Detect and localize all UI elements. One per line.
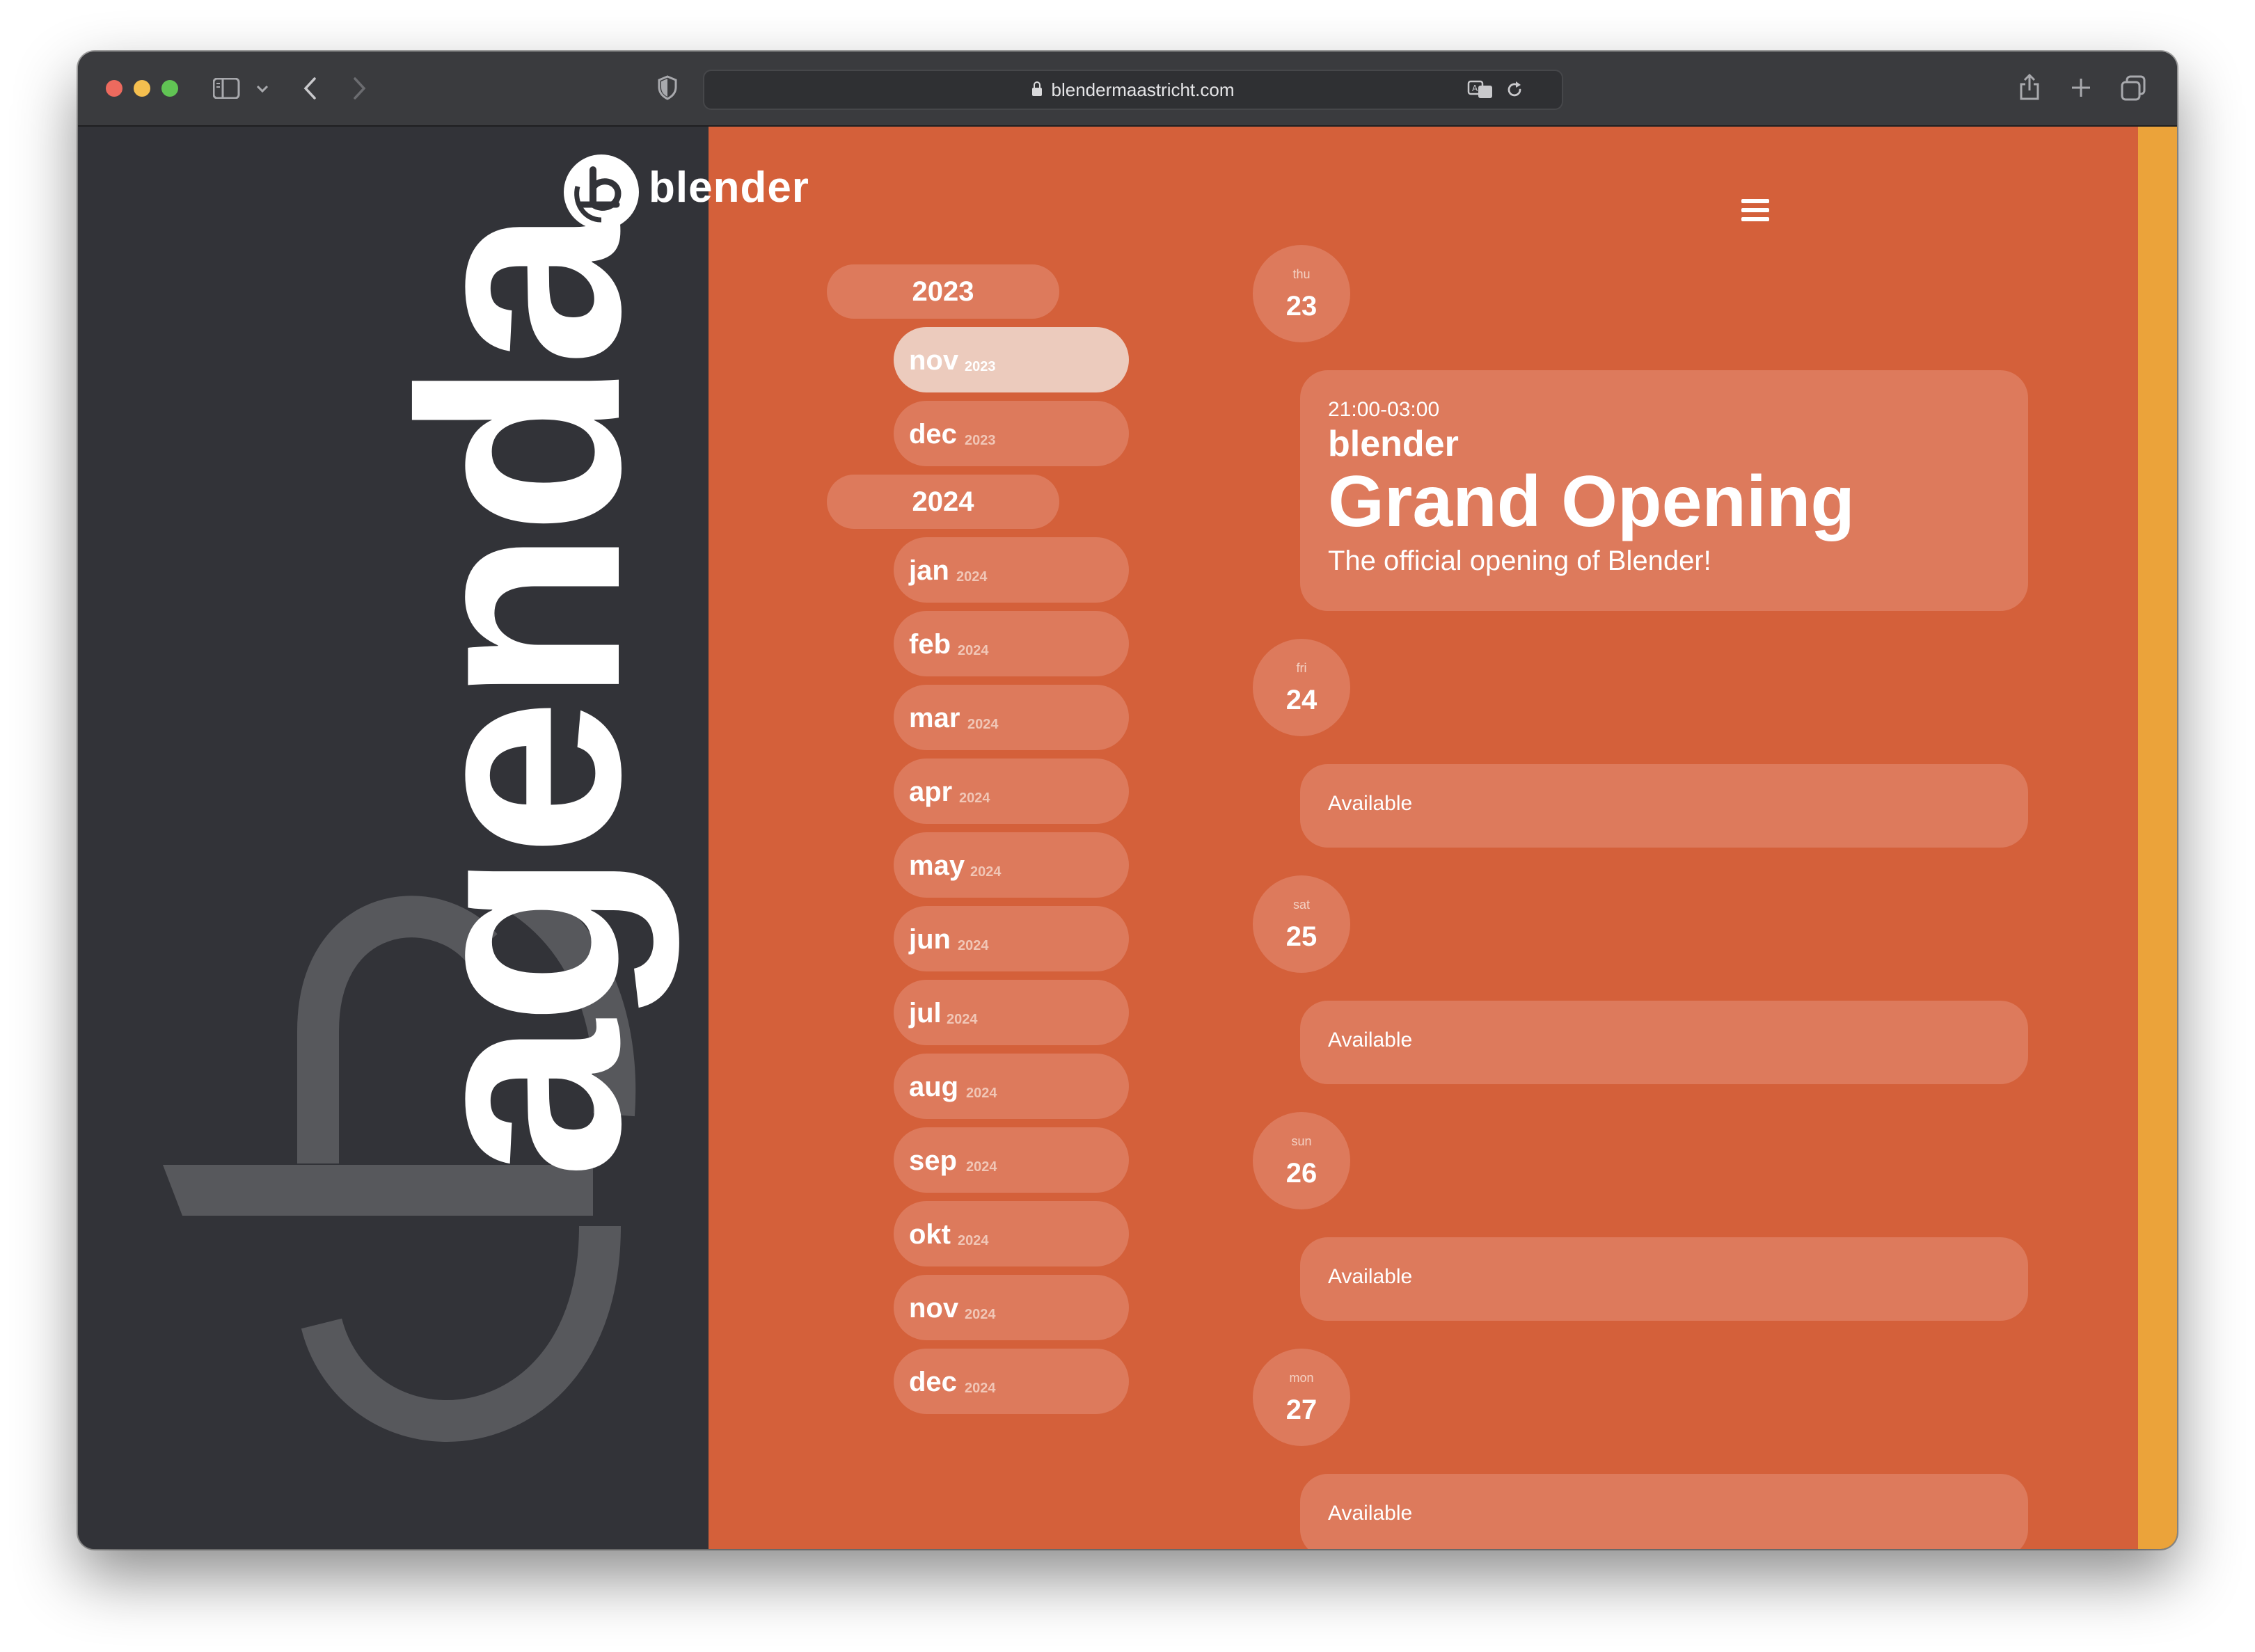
available-label: Available — [1328, 1265, 1413, 1288]
day-badge-25: sat 25 — [1253, 875, 1350, 973]
day-number: 25 — [1285, 921, 1318, 952]
day-of-week: sat — [1292, 898, 1310, 912]
month-name: dec — [909, 1367, 957, 1397]
back-arrow-icon[interactable] — [302, 77, 319, 100]
month-year: 2024 — [970, 864, 1002, 880]
event-title: Grand Opening — [1328, 461, 1855, 542]
day-of-week: sun — [1291, 1134, 1312, 1148]
translate-icon[interactable]: A — [1467, 79, 1495, 100]
month-name: aug — [909, 1072, 959, 1102]
month-year: 2024 — [966, 1159, 997, 1175]
month-year: 2024 — [958, 643, 989, 658]
month-item-dec-2023[interactable]: dec 2023 — [894, 401, 1129, 466]
month-name: jan — [909, 555, 949, 586]
chevron-down-icon[interactable] — [256, 85, 269, 93]
month-item-nov-2024[interactable]: nov 2024 — [894, 1275, 1129, 1340]
month-item-jul-2024[interactable]: jul 2024 — [894, 980, 1129, 1045]
event-card-grand-opening[interactable]: 21:00-03:00 blender Grand Opening The of… — [1300, 370, 2028, 611]
month-year: 2024 — [959, 791, 990, 806]
month-item-nov-2023[interactable]: nov 2023 — [894, 327, 1129, 392]
month-year: 2023 — [965, 433, 996, 448]
month-item-jun-2024[interactable]: jun 2024 — [894, 906, 1129, 971]
tab-overview-icon[interactable] — [2120, 75, 2146, 102]
day-of-week: mon — [1289, 1371, 1314, 1385]
day-number: 24 — [1285, 685, 1318, 715]
address-bar[interactable]: blendermaastricht.com A — [703, 70, 1563, 110]
month-name: dec — [909, 419, 957, 450]
month-year: 2024 — [956, 569, 988, 585]
blender-logo-icon[interactable] — [562, 153, 640, 231]
available-label: Available — [1328, 1502, 1413, 1525]
reload-icon[interactable] — [1505, 80, 1524, 100]
event-description: The official opening of Blender! — [1328, 546, 1711, 576]
month-name: may — [909, 850, 965, 881]
month-item-sep-2024[interactable]: sep 2024 — [894, 1127, 1129, 1193]
right-accent-strip — [2138, 127, 2177, 1549]
browser-window: blendermaastricht.com A agenda blender 2… — [78, 51, 2177, 1549]
month-year: 2024 — [947, 1012, 978, 1027]
close-window-button[interactable] — [106, 80, 122, 97]
minimize-window-button[interactable] — [134, 80, 150, 97]
month-name: sep — [909, 1145, 957, 1176]
new-tab-icon[interactable] — [2070, 77, 2092, 99]
zoom-window-button[interactable] — [161, 80, 178, 97]
month-name: nov — [909, 345, 959, 376]
menu-icon[interactable] — [1741, 199, 1769, 221]
month-name: okt — [909, 1219, 951, 1250]
month-year: 2024 — [958, 938, 989, 953]
year-header-2023[interactable]: 2023 — [827, 264, 1059, 319]
month-year: 2024 — [966, 1086, 997, 1101]
day-number: 26 — [1285, 1158, 1318, 1189]
month-year: 2024 — [965, 1381, 996, 1396]
day-of-week: fri — [1296, 661, 1307, 675]
day-badge-26: sun 26 — [1253, 1112, 1350, 1209]
sidebar-toggle-icon[interactable] — [213, 78, 241, 99]
month-item-jan-2024[interactable]: jan 2024 — [894, 537, 1129, 603]
browser-toolbar: blendermaastricht.com A — [78, 51, 2177, 127]
month-item-mar-2024[interactable]: mar 2024 — [894, 685, 1129, 750]
day-number: 27 — [1285, 1395, 1318, 1425]
share-icon[interactable] — [2018, 72, 2041, 102]
event-time: 21:00-03:00 — [1328, 398, 1440, 421]
available-slot-24[interactable]: Available — [1300, 764, 2028, 848]
month-item-feb-2024[interactable]: feb 2024 — [894, 611, 1129, 676]
month-year: 2024 — [967, 717, 999, 732]
year-header-2024[interactable]: 2024 — [827, 475, 1059, 529]
available-label: Available — [1328, 792, 1413, 815]
month-year: 2024 — [965, 1307, 996, 1322]
month-name: jun — [909, 924, 951, 955]
day-badge-23: thu 23 — [1253, 245, 1350, 342]
svg-text:A: A — [1472, 84, 1478, 93]
agenda-title-text: agenda — [361, 213, 679, 1179]
available-slot-26[interactable]: Available — [1300, 1237, 2028, 1321]
month-name: feb — [909, 629, 951, 660]
event-venue: blender — [1328, 424, 1459, 464]
month-name: nov — [909, 1293, 959, 1324]
shield-icon[interactable] — [657, 75, 678, 100]
available-label: Available — [1328, 1028, 1413, 1051]
month-item-may-2024[interactable]: may 2024 — [894, 832, 1129, 898]
day-number: 23 — [1285, 291, 1318, 321]
lock-icon — [1031, 81, 1042, 96]
month-item-dec-2024[interactable]: dec 2024 — [894, 1349, 1129, 1414]
logo-text[interactable]: blender — [649, 163, 809, 212]
available-slot-25[interactable]: Available — [1300, 1001, 2028, 1084]
month-year: 2024 — [958, 1233, 989, 1248]
day-badge-27: mon 27 — [1253, 1349, 1350, 1446]
month-name: mar — [909, 703, 960, 733]
day-of-week: thu — [1292, 267, 1311, 281]
day-badge-24: fri 24 — [1253, 639, 1350, 736]
forward-arrow-icon[interactable] — [351, 77, 367, 100]
month-name: jul — [909, 998, 942, 1028]
address-bar-url[interactable]: blendermaastricht.com — [704, 79, 1562, 101]
month-year: 2023 — [965, 359, 996, 374]
month-item-okt-2024[interactable]: okt 2024 — [894, 1201, 1129, 1266]
url-text: blendermaastricht.com — [1051, 79, 1235, 100]
month-item-aug-2024[interactable]: aug 2024 — [894, 1054, 1129, 1119]
month-name: apr — [909, 777, 953, 807]
month-item-apr-2024[interactable]: apr 2024 — [894, 759, 1129, 824]
available-slot-27[interactable]: Available — [1300, 1474, 2028, 1549]
